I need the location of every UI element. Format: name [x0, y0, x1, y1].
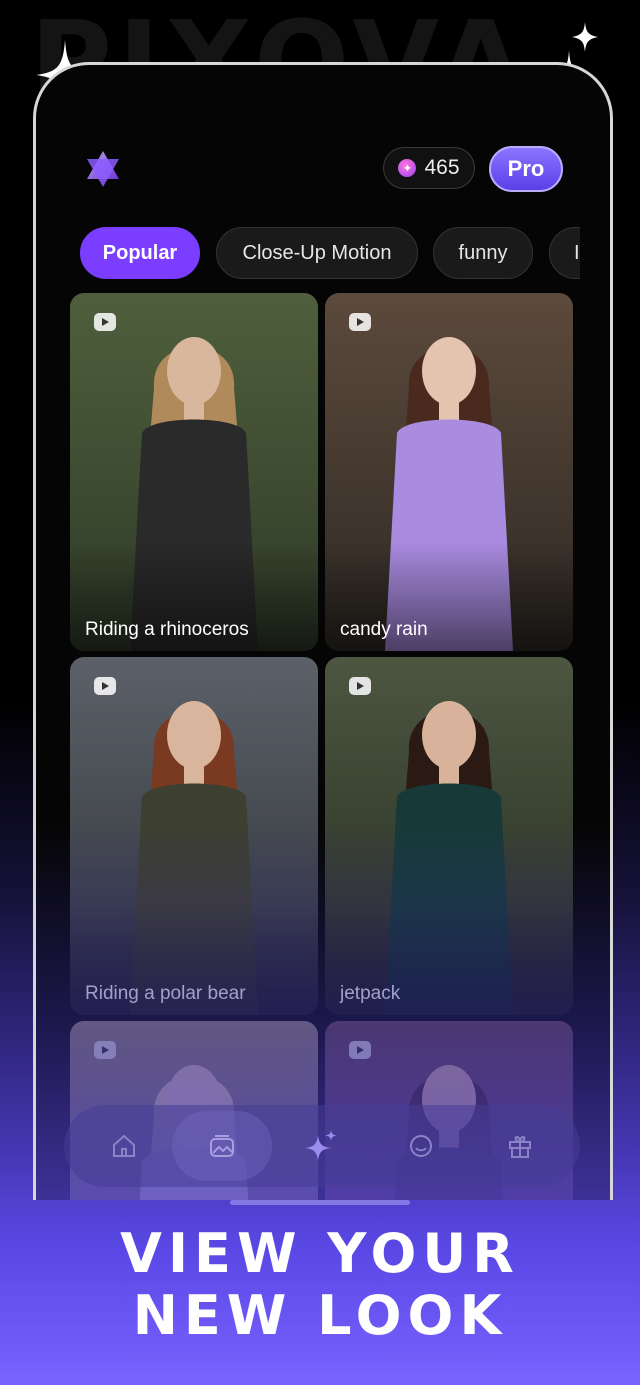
- chip-funny[interactable]: funny: [433, 227, 533, 279]
- home-icon: [113, 1134, 135, 1157]
- card-title: Riding a rhinoceros: [85, 619, 249, 640]
- template-card[interactable]: candy rain: [325, 293, 573, 651]
- credits-count: 465: [424, 156, 460, 179]
- nav-profile[interactable]: [396, 1121, 446, 1171]
- sparkle-create-icon: [305, 1130, 337, 1161]
- card-title: candy rain: [340, 619, 428, 640]
- headline-line-2: NEW LOOK: [132, 1284, 508, 1347]
- sparkle-icon-small: [572, 22, 598, 52]
- video-play-icon: [94, 677, 116, 695]
- gallery-icon: [210, 1135, 234, 1157]
- credit-coin-icon: ✦: [398, 159, 417, 177]
- chip-close-up-motion[interactable]: Close-Up Motion: [216, 227, 418, 279]
- phone-frame: ✦ 465 Pro Popular Close-Up Motion funny …: [33, 62, 613, 1200]
- home-indicator: [230, 1200, 410, 1205]
- headline-line-1: VIEW YOUR: [120, 1222, 520, 1285]
- smile-icon: [410, 1135, 432, 1157]
- video-play-icon: [94, 313, 116, 331]
- template-card[interactable]: jetpack: [325, 657, 573, 1015]
- video-play-icon: [94, 1041, 116, 1059]
- video-play-icon: [349, 677, 371, 695]
- template-card[interactable]: Riding a rhinoceros: [70, 293, 318, 651]
- nav-home[interactable]: [99, 1121, 149, 1171]
- chip-popular[interactable]: Popular: [80, 227, 200, 279]
- nav-gallery[interactable]: [197, 1121, 247, 1171]
- chip-next[interactable]: I: [549, 227, 580, 279]
- bottom-nav: [64, 1105, 580, 1187]
- nav-gift[interactable]: [495, 1121, 545, 1171]
- video-play-icon: [349, 313, 371, 331]
- video-play-icon: [349, 1041, 371, 1059]
- app-logo-icon[interactable]: [83, 149, 123, 189]
- template-card[interactable]: Riding a polar bear: [70, 657, 318, 1015]
- category-chips: Popular Close-Up Motion funny I: [80, 227, 580, 283]
- gift-icon: [509, 1135, 531, 1158]
- card-title: Riding a polar bear: [85, 983, 246, 1004]
- nav-create[interactable]: [296, 1121, 346, 1171]
- credits-balance[interactable]: ✦ 465: [383, 147, 475, 189]
- card-title: jetpack: [340, 983, 401, 1004]
- pro-button[interactable]: Pro: [489, 146, 563, 192]
